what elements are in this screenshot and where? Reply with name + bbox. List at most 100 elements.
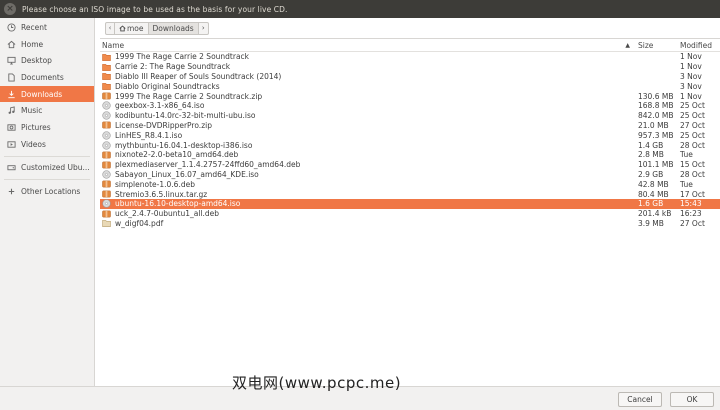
file-modified: 25 Oct [680, 111, 705, 121]
file-modified: 1 Nov [680, 52, 702, 62]
archive-icon [102, 180, 111, 188]
sidebar-item-label: Documents [21, 72, 64, 82]
sidebar-item-documents[interactable]: Documents [0, 69, 94, 86]
sidebar-divider [4, 179, 90, 181]
sidebar-item-pictures[interactable]: Pictures [0, 119, 94, 136]
sidebar-item-desktop[interactable]: Desktop [0, 52, 94, 69]
file-row[interactable]: geexbox-3.1-x86_64.iso 168.8 MB 25 Oct [100, 101, 720, 111]
file-name: 1999 The Rage Carrie 2 Soundtrack [115, 52, 250, 62]
file-row[interactable]: w_digf04.pdf 3.9 MB 27 Oct [100, 219, 720, 229]
disc-image-icon [102, 199, 111, 208]
file-name: mythbuntu-16.04.1-desktop-i386.iso [115, 140, 253, 150]
file-name: simplenote-1.0.6.deb [115, 179, 195, 189]
file-name: Stremio3.6.5.linux.tar.gz [115, 189, 208, 199]
clock-icon [6, 22, 16, 32]
sidebar-item-label: Videos [21, 139, 46, 149]
file-modified: 3 Nov [680, 81, 702, 91]
file-row[interactable]: License-DVDRipperPro.zip 21.0 MB 27 Oct [100, 121, 720, 131]
file-rows: 1999 The Rage Carrie 2 Soundtrack 1 Nov Ca… [100, 52, 720, 228]
path-home-button[interactable]: moe [115, 21, 149, 35]
list-header: Name ▲ Size Modified [100, 39, 720, 52]
documents-icon [6, 72, 16, 82]
desktop-icon [6, 56, 16, 66]
file-modified: 28 Oct [680, 140, 705, 150]
file-name: kodibuntu-14.0rc-32-bit-multi-ubu.iso [115, 111, 256, 121]
file-row[interactable]: Sabayon_Linux_16.07_amd64_KDE.iso 2.9 GB 2… [100, 170, 720, 180]
path-home-label: moe [127, 23, 144, 33]
close-window-button[interactable]: × [4, 3, 16, 15]
pdf-file-icon [102, 219, 111, 228]
file-list: Name ▲ Size Modified 1999 The Rage Carri… [100, 38, 720, 386]
sidebar-item-videos[interactable]: Videos [0, 136, 94, 153]
file-row[interactable]: uck_2.4.7-0ubuntu1_all.deb 201.4 kB 16:23 [100, 209, 720, 219]
path-bar: ‹ moe Downloads › [96, 18, 720, 38]
archive-icon [102, 121, 111, 129]
sidebar-item-customized-ubuntu[interactable]: Customized Ubu... [0, 160, 94, 177]
watermark-text: 双电网(www.pcpc.me) [232, 374, 402, 392]
column-header-size[interactable]: Size [636, 41, 678, 50]
file-row[interactable]: Diablo III Reaper of Souls Soundtrack (2… [100, 72, 720, 82]
column-header-modified[interactable]: Modified [678, 41, 720, 50]
file-row[interactable]: plexmediaserver_1.1.4.2757-24ffd60_amd64… [100, 160, 720, 170]
sidebar-item-downloads[interactable]: Downloads [0, 85, 94, 103]
file-row[interactable]: LinHES_R8.4.1.iso 957.3 MB 25 Oct [100, 130, 720, 140]
file-row[interactable]: 1999 The Rage Carrie 2 Soundtrack 1 Nov [100, 52, 720, 62]
file-name: uck_2.4.7-0ubuntu1_all.deb [115, 209, 220, 219]
file-modified: Tue [680, 150, 693, 160]
folder-icon [102, 72, 111, 81]
file-name-cell: plexmediaserver_1.1.4.2757-24ffd60_amd64… [100, 160, 636, 169]
file-size: 42.8 MB [638, 179, 669, 189]
cancel-button[interactable]: Cancel [618, 392, 662, 407]
file-name: plexmediaserver_1.1.4.2757-24ffd60_amd64… [115, 160, 301, 170]
file-name: Diablo Original Soundtracks [115, 81, 220, 91]
sidebar-item-home[interactable]: Home [0, 36, 94, 53]
file-modified: 25 Oct [680, 130, 705, 140]
file-name-cell: simplenote-1.0.6.deb [100, 180, 636, 189]
file-name-cell: ubuntu-16.10-desktop-amd64.iso [100, 199, 636, 208]
sidebar-item-label: Desktop [21, 56, 52, 66]
disc-image-icon [102, 111, 111, 120]
sidebar-item-recent[interactable]: Recent [0, 19, 94, 36]
file-modified: 3 Nov [680, 71, 702, 81]
folder-icon [102, 63, 111, 71]
file-name: Carrie 2: The Rage Soundtrack [115, 62, 231, 72]
file-modified: 15:43 [680, 199, 702, 209]
file-name-cell: Carrie 2: The Rage Soundtrack [100, 62, 636, 71]
file-name-cell: LinHES_R8.4.1.iso [100, 131, 636, 140]
file-name-cell: Diablo III Reaper of Souls Soundtrack (2… [100, 72, 636, 81]
file-row[interactable]: mythbuntu-16.04.1-desktop-i386.iso 1.4 GB… [100, 140, 720, 150]
file-row[interactable]: Stremio3.6.5.linux.tar.gz 80.4 MB 17 Oct [100, 189, 720, 199]
file-modified: 17 Oct [680, 189, 705, 199]
archive-icon [102, 190, 111, 198]
file-row[interactable]: ubuntu-16.10-desktop-amd64.iso 1.6 GB 15:4… [100, 198, 720, 209]
file-name-cell: kodibuntu-14.0rc-32-bit-multi-ubu.iso [100, 111, 636, 120]
path-downloads-button[interactable]: Downloads [148, 21, 199, 35]
ok-button[interactable]: OK [670, 392, 714, 407]
file-row[interactable]: kodibuntu-14.0rc-32-bit-multi-ubu.iso 842… [100, 111, 720, 121]
videos-icon [6, 139, 16, 149]
file-size: 21.0 MB [638, 120, 669, 130]
sidebar-divider [4, 155, 90, 157]
file-row[interactable]: Carrie 2: The Rage Soundtrack 1 Nov [100, 62, 720, 72]
sort-ascending-icon: ▲ [625, 41, 630, 49]
file-name-cell: Diablo Original Soundtracks [100, 82, 636, 91]
file-name-cell: Stremio3.6.5.linux.tar.gz [100, 190, 636, 199]
disc-image-icon [102, 131, 111, 140]
file-row[interactable]: 1999 The Rage Carrie 2 Soundtrack.zip 130… [100, 91, 720, 101]
path-back-button[interactable]: ‹ [105, 21, 115, 35]
file-row[interactable]: simplenote-1.0.6.deb 42.8 MB Tue [100, 179, 720, 189]
file-size: 842.0 MB [638, 111, 674, 121]
file-size: 130.6 MB [638, 91, 674, 101]
file-size: 3.9 MB [638, 218, 664, 228]
file-row[interactable]: nixnote2-2.0-beta10_amd64.deb 2.8 MB Tue [100, 150, 720, 160]
column-header-name[interactable]: Name ▲ [100, 41, 636, 50]
sidebar-item-music[interactable]: Music [0, 102, 94, 119]
file-name: Diablo III Reaper of Souls Soundtrack (2… [115, 71, 282, 81]
file-modified: 1 Nov [680, 62, 702, 72]
sidebar-item-other-locations[interactable]: Other Locations [0, 183, 94, 200]
path-forward-button[interactable]: › [198, 21, 209, 35]
disc-image-icon [102, 140, 111, 150]
file-name-cell: w_digf04.pdf [100, 219, 636, 228]
file-row[interactable]: Diablo Original Soundtracks 3 Nov [100, 81, 720, 91]
file-name-cell: 1999 The Rage Carrie 2 Soundtrack.zip [100, 92, 636, 101]
